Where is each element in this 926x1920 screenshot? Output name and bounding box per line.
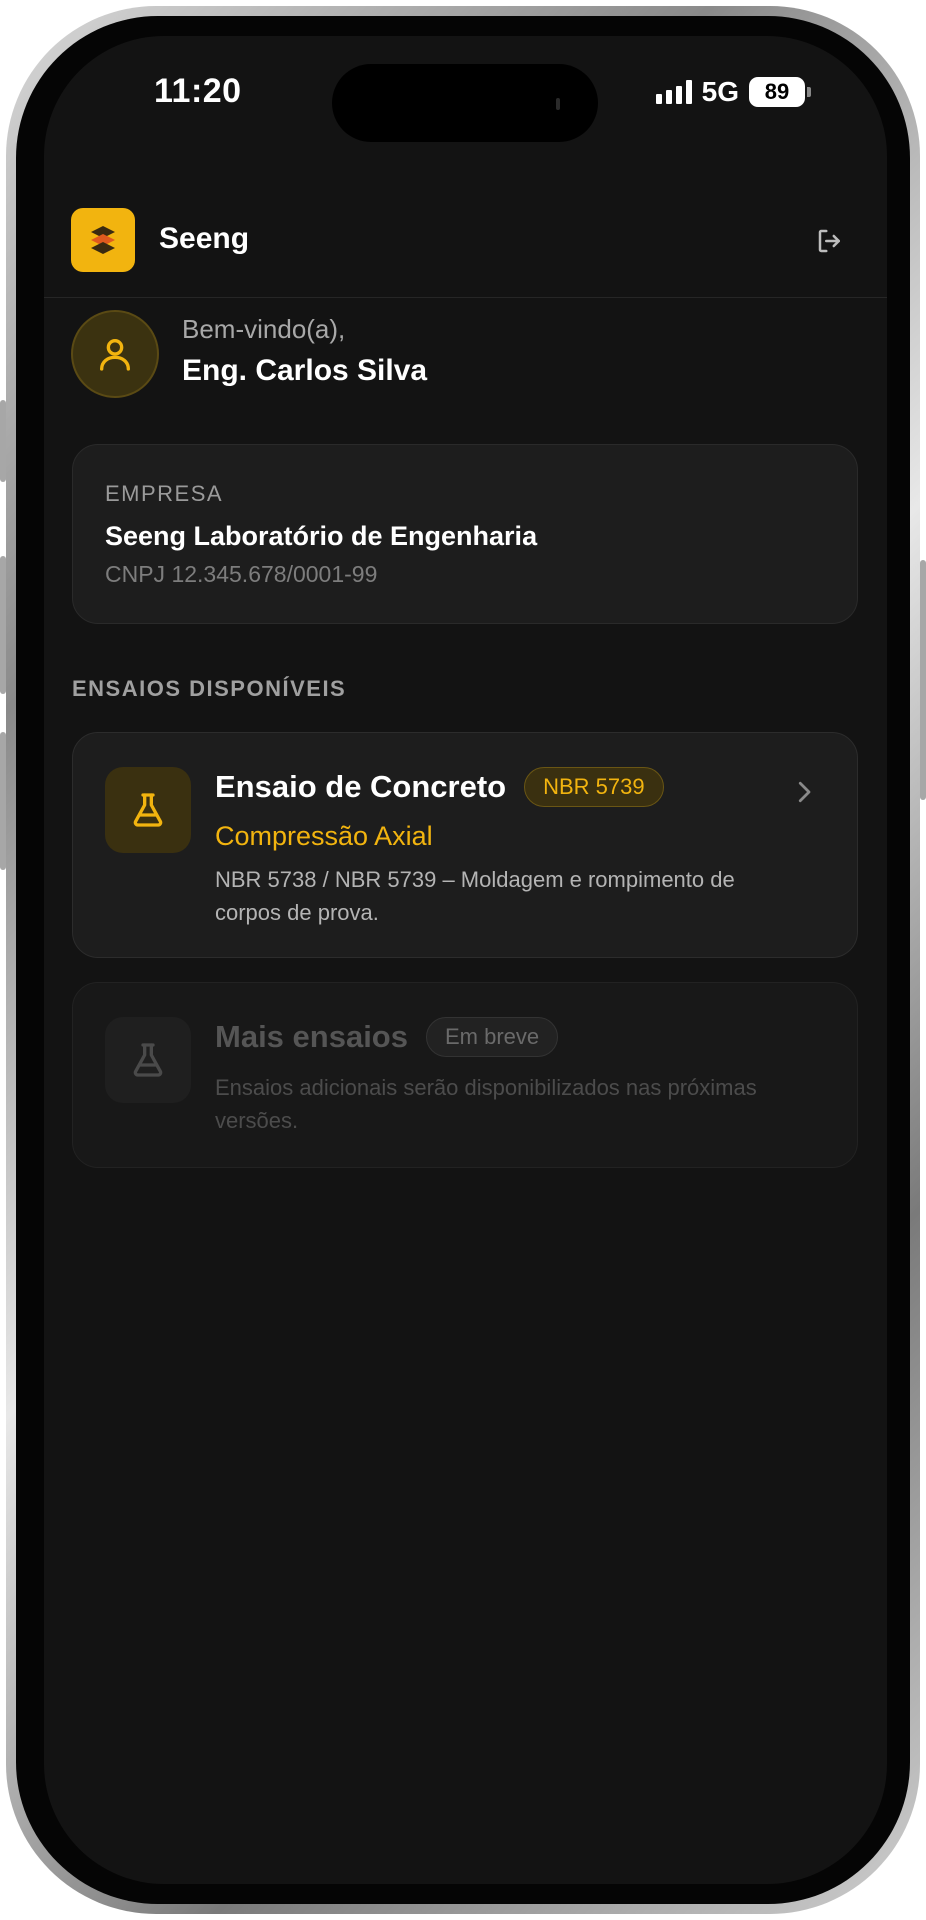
test-title: Mais ensaios	[215, 1019, 408, 1054]
avatar	[71, 310, 159, 398]
app-header: Seeng	[44, 174, 887, 298]
company-card: EMPRESA Seeng Laboratório de Engenharia …	[72, 444, 858, 624]
dynamic-island	[332, 64, 598, 142]
side-button-volume-up	[0, 556, 6, 694]
test-title-row: Mais ensaios Em breve	[215, 1017, 559, 1057]
network-label: 5G	[701, 76, 739, 107]
logout-icon	[818, 229, 840, 253]
test-icon-container	[105, 1017, 191, 1103]
test-description: NBR 5738 / NBR 5739 – Moldagem e rompime…	[215, 867, 735, 925]
company-cnpj: CNPJ 12.345.678/0001-99	[105, 561, 378, 587]
test-icon-container	[105, 767, 191, 853]
company-caption: EMPRESA	[105, 481, 224, 506]
seeng-logo-icon	[71, 208, 135, 272]
signal-icon	[655, 80, 692, 104]
user-name: Eng. Carlos Silva	[182, 354, 428, 387]
test-card-concreto[interactable]: Ensaio de Concreto NBR 5739 Compressão A…	[72, 732, 858, 958]
chevron-right-icon	[798, 781, 811, 803]
side-button-volume-down	[0, 732, 6, 870]
norm-badge: NBR 5739	[524, 767, 664, 807]
logout-button[interactable]	[813, 224, 847, 258]
company-name: Seeng Laboratório de Engenharia	[105, 521, 538, 551]
status-indicators: 5G 89	[655, 76, 811, 108]
test-card-more: Mais ensaios Em breve Ensaios adicionais…	[72, 982, 858, 1168]
section-title: ENSAIOS DISPONÍVEIS	[72, 676, 347, 701]
coming-soon-badge: Em breve	[425, 1017, 559, 1057]
test-description: Ensaios adicionais serão disponibilizado…	[215, 1075, 757, 1133]
battery-icon: 89	[749, 77, 811, 107]
test-subtitle: Compressão Axial	[215, 821, 433, 851]
side-button-action	[0, 400, 6, 482]
flask-icon	[133, 1043, 163, 1077]
side-button-power	[920, 560, 926, 800]
status-time: 11:20	[154, 72, 242, 110]
app-screen: 11:20 5G 89 Seeng Bem-vindo(a), Eng. Car…	[44, 36, 887, 1884]
flask-icon	[133, 793, 163, 827]
camera-dot	[556, 98, 560, 110]
welcome-greeting: Bem-vindo(a),	[182, 314, 346, 344]
battery-level: 89	[749, 77, 805, 107]
user-icon	[100, 339, 130, 371]
test-title: Ensaio de Concreto	[215, 769, 507, 804]
test-title-row: Ensaio de Concreto NBR 5739	[215, 767, 664, 807]
app-title: Seeng	[159, 222, 250, 255]
